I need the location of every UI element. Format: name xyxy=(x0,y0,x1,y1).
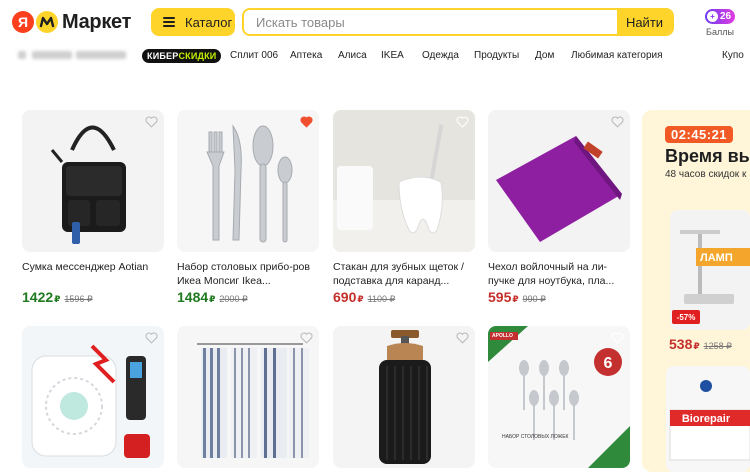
market-logo[interactable]: Я Маркет xyxy=(12,8,131,36)
spoon-set-icon: 6 APOLLO НАБОР СТОЛОВЫХ ЛОЖЕК xyxy=(488,326,630,468)
old-price: 2000 ₽ xyxy=(219,294,248,304)
search-button[interactable]: Найти xyxy=(617,10,672,34)
favorite-heart-icon[interactable] xyxy=(145,332,158,344)
favorite-heart-icon[interactable] xyxy=(611,116,624,128)
currency: ₽ xyxy=(54,294,61,304)
product-title[interactable]: Набор столовых прибо-ров Икеа Мопсиг Ike… xyxy=(177,260,322,288)
product-card[interactable]: Чехол войлочный на ли-пучке для ноутбука… xyxy=(488,110,633,305)
currency: ₽ xyxy=(357,294,364,304)
product-title[interactable]: Стакан для зубных щеток / подставка для … xyxy=(333,260,478,288)
price-row: 595 ₽ 990 ₽ xyxy=(488,289,633,305)
old-price: 1100 ₽ xyxy=(367,294,396,304)
points-count: 26 xyxy=(719,11,732,22)
product-card[interactable]: 6 APOLLO НАБОР СТОЛОВЫХ ЛОЖЕК xyxy=(488,326,633,468)
category-nav: КИБЕР СКИДКИ Сплит 006 Аптека Алиса IKEA … xyxy=(0,44,750,70)
search-bar: Найти xyxy=(242,8,674,36)
menu-icon xyxy=(163,17,175,27)
nav-link-favorite-category[interactable]: Любимая категория xyxy=(571,50,663,61)
nav-link-home[interactable]: Дом xyxy=(535,50,554,61)
cutlery-set-icon xyxy=(206,124,293,243)
favorite-heart-icon[interactable] xyxy=(145,116,158,128)
catalog-button[interactable]: Каталог xyxy=(151,8,235,36)
product-card[interactable] xyxy=(177,326,322,468)
svg-text:6: 6 xyxy=(604,355,613,372)
product-price: 1484 xyxy=(177,289,209,305)
product-image[interactable] xyxy=(22,326,164,468)
product-card[interactable]: Набор столовых прибо-ров Икеа Мопсиг Ike… xyxy=(177,110,322,305)
svg-text:ЛАМП: ЛАМП xyxy=(700,252,733,264)
svg-text:НАБОР СТОЛОВЫХ ЛОЖЕК: НАБОР СТОЛОВЫХ ЛОЖЕК xyxy=(502,434,569,440)
search-input[interactable] xyxy=(244,10,617,34)
product-card[interactable]: Стакан для зубных щеток / подставка для … xyxy=(333,110,478,305)
currency: ₽ xyxy=(693,341,700,351)
product-card[interactable]: Сумка мессенджер Aotian 1422 ₽ 1596 ₽ xyxy=(22,110,167,305)
felt-laptop-case-icon xyxy=(496,136,622,242)
promo-product-image[interactable]: ЛАМП -57% xyxy=(670,210,750,330)
promo-title[interactable]: Время вы xyxy=(665,146,750,167)
currency: ₽ xyxy=(512,294,519,304)
product-image[interactable] xyxy=(177,110,319,252)
points-badge: + 26 xyxy=(704,9,736,24)
product-image[interactable] xyxy=(488,110,630,252)
toothpaste-box-icon: Biorepair xyxy=(666,366,750,472)
product-image[interactable]: 6 APOLLO НАБОР СТОЛОВЫХ ЛОЖЕК xyxy=(488,326,630,468)
yandex-logo-icon: Я xyxy=(12,11,34,33)
currency: ₽ xyxy=(209,294,216,304)
product-price: 1422 xyxy=(22,289,54,305)
nav-link-ikea[interactable]: IKEA xyxy=(381,50,404,61)
nav-link-pharmacy[interactable]: Аптека xyxy=(290,50,322,61)
nav-link-coupons[interactable]: Купо xyxy=(722,50,744,61)
svg-text:-57%: -57% xyxy=(677,313,696,322)
price-row: 1422 ₽ 1596 ₽ xyxy=(22,289,167,305)
promo-chip-part2: СКИДКИ xyxy=(178,51,217,61)
favorite-heart-icon[interactable] xyxy=(456,116,469,128)
promo-product-image-2[interactable]: Biorepair xyxy=(666,366,750,472)
product-title[interactable]: Сумка мессенджер Aotian xyxy=(22,260,167,288)
promo-chip-part1: КИБЕР xyxy=(147,51,179,61)
smoke-detector-icon xyxy=(31,344,150,458)
promo-price: 538 xyxy=(669,336,693,352)
promo-old-price: 1258 ₽ xyxy=(703,341,732,351)
promo-price-row: 538 ₽ 1258 ₽ xyxy=(669,336,732,352)
product-image[interactable] xyxy=(177,326,319,468)
price-row: 1484 ₽ 2000 ₽ xyxy=(177,289,322,305)
delivery-location[interactable] xyxy=(18,48,128,62)
points-widget[interactable]: + 26 Баллы xyxy=(700,6,740,37)
soap-dispenser-icon xyxy=(379,330,431,464)
svg-text:APOLLO: APOLLO xyxy=(492,333,513,339)
favorite-heart-icon[interactable] xyxy=(611,332,624,344)
messenger-bag-icon xyxy=(50,125,126,244)
old-price: 990 ₽ xyxy=(522,294,546,304)
points-label: Баллы xyxy=(706,27,734,37)
desk-lamp-icon: ЛАМП -57% xyxy=(670,210,750,330)
cyber-sale-chip[interactable]: КИБЕР СКИДКИ xyxy=(142,49,222,63)
promo-subtitle: 48 часов скидок к xyxy=(665,169,747,180)
nav-link-groceries[interactable]: Продукты xyxy=(474,50,519,61)
catalog-label: Каталог xyxy=(185,14,233,30)
product-image[interactable] xyxy=(22,110,164,252)
logo-text: Маркет xyxy=(62,10,132,33)
product-image[interactable] xyxy=(333,326,475,468)
nav-link-split[interactable]: Сплит 006 xyxy=(230,50,278,61)
product-card[interactable] xyxy=(333,326,478,468)
promo-timer: 02:45:21 xyxy=(665,126,734,143)
product-price: 690 xyxy=(333,289,357,305)
kitchen-towels-icon xyxy=(197,343,309,458)
svg-text:Biorepair: Biorepair xyxy=(682,413,731,425)
price-row: 690 ₽ 1100 ₽ xyxy=(333,289,478,305)
favorite-heart-icon[interactable] xyxy=(300,332,313,344)
nav-link-clothes[interactable]: Одежда xyxy=(422,50,459,61)
nav-link-alice[interactable]: Алиса xyxy=(338,50,367,61)
favorite-heart-icon[interactable] xyxy=(456,332,469,344)
tooth-holder-icon xyxy=(333,110,475,252)
plus-icon: + xyxy=(706,11,718,22)
header: Я Маркет Каталог Найти + 26 Баллы xyxy=(0,0,750,44)
favorite-heart-icon[interactable] xyxy=(300,116,313,128)
old-price: 1596 ₽ xyxy=(64,294,93,304)
product-image[interactable] xyxy=(333,110,475,252)
product-price: 595 xyxy=(488,289,512,305)
product-card[interactable] xyxy=(22,326,167,468)
product-title[interactable]: Чехол войлочный на ли-пучке для ноутбука… xyxy=(488,260,633,288)
market-logo-icon xyxy=(36,11,58,33)
